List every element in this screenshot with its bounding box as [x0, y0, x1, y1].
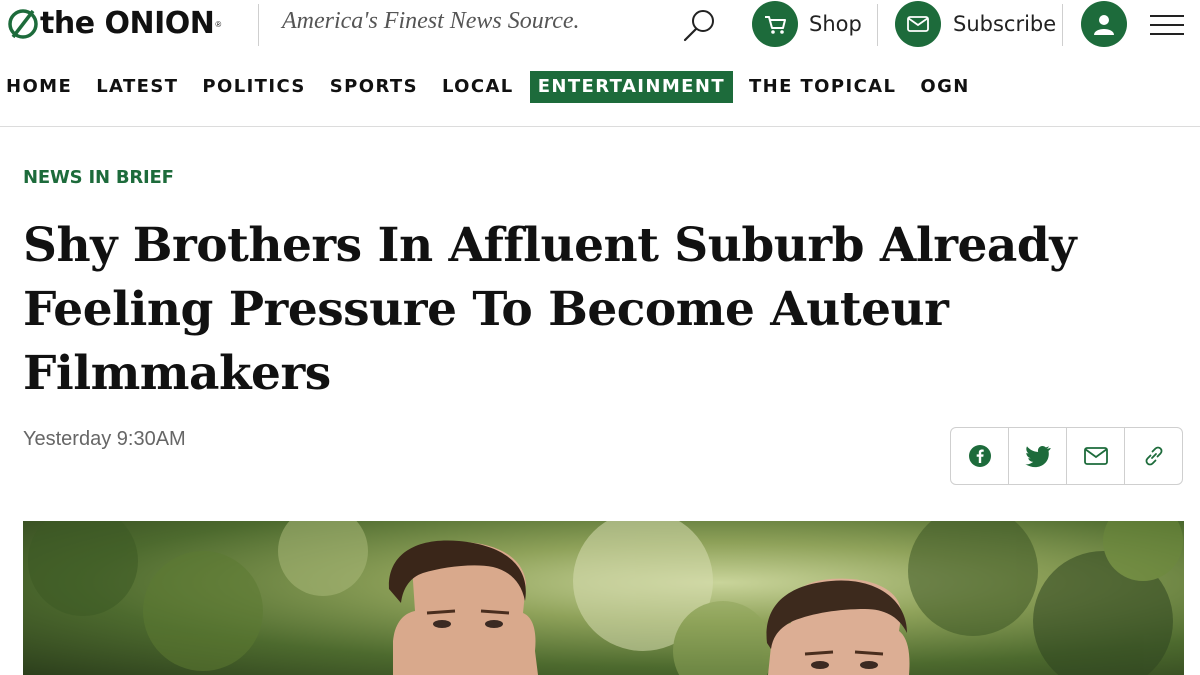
- header-divider: [258, 4, 259, 46]
- cart-icon: [752, 1, 798, 47]
- nav-item-home[interactable]: HOME: [0, 71, 80, 103]
- share-email-button[interactable]: [1067, 428, 1125, 484]
- nav-item-politics[interactable]: POLITICS: [194, 71, 313, 103]
- twitter-icon: [1024, 446, 1051, 468]
- search-button[interactable]: [680, 6, 720, 46]
- nav-divider: [0, 126, 1200, 127]
- email-icon: [1083, 447, 1108, 465]
- user-icon: [1094, 15, 1114, 35]
- share-bar: [950, 427, 1183, 485]
- header-divider: [877, 4, 878, 46]
- section-tag[interactable]: NEWS IN BRIEF: [23, 167, 174, 188]
- facebook-icon: [968, 445, 991, 467]
- logo-wordmark: the ONION: [40, 6, 215, 41]
- nav-item-local[interactable]: LOCAL: [434, 71, 522, 103]
- search-icon: [683, 10, 714, 42]
- link-icon: [1145, 446, 1162, 466]
- subscribe-button[interactable]: Subscribe: [895, 1, 1056, 47]
- subscribe-label: Subscribe: [953, 12, 1057, 36]
- shop-label: Shop: [809, 12, 862, 36]
- article-photo: [23, 521, 1184, 675]
- copy-link-button[interactable]: [1125, 428, 1182, 484]
- onion-logo-icon: [8, 9, 38, 39]
- tagline: America's Finest News Source.: [282, 8, 580, 34]
- nav-item-latest[interactable]: LATEST: [88, 71, 186, 103]
- shop-button[interactable]: Shop: [752, 1, 862, 47]
- nav-item-ogn[interactable]: OGN: [912, 71, 977, 103]
- header-divider: [1062, 4, 1063, 46]
- article-headline: Shy Brothers In Affluent Suburb Already …: [23, 218, 1077, 401]
- account-button[interactable]: [1081, 1, 1127, 47]
- mail-icon: [895, 1, 941, 47]
- main-nav: HOME LATEST POLITICS SPORTS LOCAL ENTERT…: [0, 71, 986, 103]
- nav-item-entertainment[interactable]: ENTERTAINMENT: [529, 71, 733, 103]
- share-twitter-button[interactable]: [1009, 428, 1067, 484]
- registered-mark: ®: [215, 19, 222, 29]
- nav-item-sports[interactable]: SPORTS: [322, 71, 426, 103]
- site-logo[interactable]: the ONION ®: [6, 4, 221, 44]
- menu-icon[interactable]: [1150, 8, 1184, 42]
- article-timestamp: Yesterday 9:30AM: [23, 428, 186, 450]
- nav-item-the-topical[interactable]: THE TOPICAL: [741, 71, 904, 103]
- share-facebook-button[interactable]: [951, 428, 1009, 484]
